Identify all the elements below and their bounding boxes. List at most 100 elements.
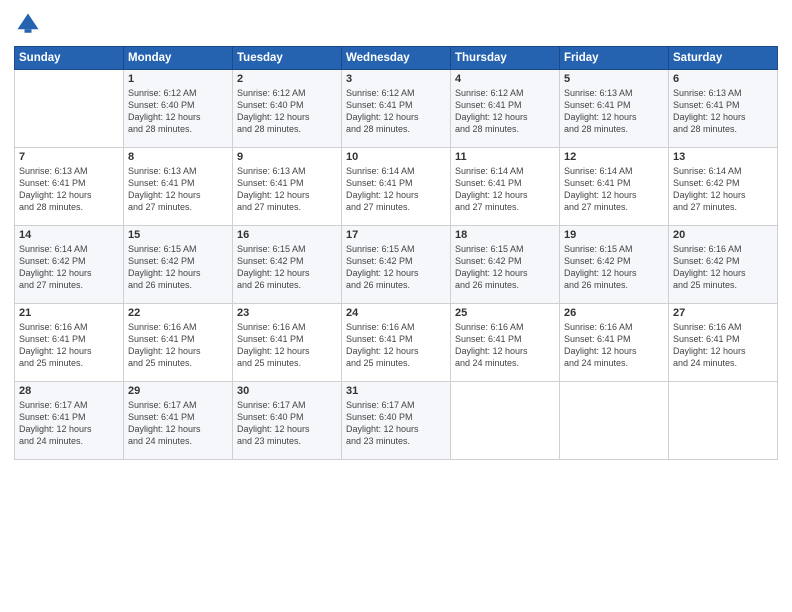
day-cell: 27 Sunrise: 6:16 AM Sunset: 6:41 PM Dayli… bbox=[669, 304, 778, 382]
day-info: Sunrise: 6:17 AM Sunset: 6:41 PM Dayligh… bbox=[19, 399, 119, 448]
day-number: 20 bbox=[673, 229, 773, 241]
day-cell: 18 Sunrise: 6:15 AM Sunset: 6:42 PM Dayli… bbox=[451, 226, 560, 304]
day-number: 24 bbox=[346, 307, 446, 319]
day-cell: 19 Sunrise: 6:15 AM Sunset: 6:42 PM Dayli… bbox=[560, 226, 669, 304]
day-number: 15 bbox=[128, 229, 228, 241]
day-number: 19 bbox=[564, 229, 664, 241]
day-cell: 21 Sunrise: 6:16 AM Sunset: 6:41 PM Dayli… bbox=[15, 304, 124, 382]
header bbox=[14, 10, 778, 38]
day-info: Sunrise: 6:16 AM Sunset: 6:41 PM Dayligh… bbox=[346, 321, 446, 370]
day-info: Sunrise: 6:17 AM Sunset: 6:41 PM Dayligh… bbox=[128, 399, 228, 448]
day-cell: 1 Sunrise: 6:12 AM Sunset: 6:40 PM Daylig… bbox=[124, 70, 233, 148]
day-number: 16 bbox=[237, 229, 337, 241]
week-row-4: 21 Sunrise: 6:16 AM Sunset: 6:41 PM Dayli… bbox=[15, 304, 778, 382]
day-info: Sunrise: 6:15 AM Sunset: 6:42 PM Dayligh… bbox=[564, 243, 664, 292]
day-cell: 10 Sunrise: 6:14 AM Sunset: 6:41 PM Dayli… bbox=[342, 148, 451, 226]
day-number: 17 bbox=[346, 229, 446, 241]
day-number: 14 bbox=[19, 229, 119, 241]
day-number: 10 bbox=[346, 151, 446, 163]
day-cell: 29Sunrise: 6:17 AM Sunset: 6:41 PM Dayli… bbox=[124, 382, 233, 460]
day-cell: 24 Sunrise: 6:16 AM Sunset: 6:41 PM Dayli… bbox=[342, 304, 451, 382]
week-row-2: 7Sunrise: 6:13 AM Sunset: 6:41 PM Daylig… bbox=[15, 148, 778, 226]
day-number: 27 bbox=[673, 307, 773, 319]
day-info: Sunrise: 6:13 AM Sunset: 6:41 PM Dayligh… bbox=[237, 165, 337, 214]
day-info: Sunrise: 6:15 AM Sunset: 6:42 PM Dayligh… bbox=[455, 243, 555, 292]
day-info: Sunrise: 6:16 AM Sunset: 6:42 PM Dayligh… bbox=[673, 243, 773, 292]
day-info: Sunrise: 6:15 AM Sunset: 6:42 PM Dayligh… bbox=[128, 243, 228, 292]
day-info: Sunrise: 6:16 AM Sunset: 6:41 PM Dayligh… bbox=[19, 321, 119, 370]
day-info: Sunrise: 6:14 AM Sunset: 6:42 PM Dayligh… bbox=[673, 165, 773, 214]
col-header-friday: Friday bbox=[560, 47, 669, 70]
day-number: 2 bbox=[237, 73, 337, 85]
day-cell: 28 Sunrise: 6:17 AM Sunset: 6:41 PM Dayli… bbox=[15, 382, 124, 460]
logo bbox=[14, 10, 46, 38]
day-info: Sunrise: 6:12 AM Sunset: 6:40 PM Dayligh… bbox=[128, 87, 228, 136]
week-row-5: 28 Sunrise: 6:17 AM Sunset: 6:41 PM Dayli… bbox=[15, 382, 778, 460]
week-row-1: 1 Sunrise: 6:12 AM Sunset: 6:40 PM Daylig… bbox=[15, 70, 778, 148]
day-info: Sunrise: 6:16 AM Sunset: 6:41 PM Dayligh… bbox=[128, 321, 228, 370]
day-cell: 8Sunrise: 6:13 AM Sunset: 6:41 PM Daylig… bbox=[124, 148, 233, 226]
day-cell: 9 Sunrise: 6:13 AM Sunset: 6:41 PM Daylig… bbox=[233, 148, 342, 226]
day-info: Sunrise: 6:14 AM Sunset: 6:41 PM Dayligh… bbox=[455, 165, 555, 214]
day-info: Sunrise: 6:16 AM Sunset: 6:41 PM Dayligh… bbox=[673, 321, 773, 370]
day-number: 22 bbox=[128, 307, 228, 319]
day-cell: 7Sunrise: 6:13 AM Sunset: 6:41 PM Daylig… bbox=[15, 148, 124, 226]
day-cell: 16 Sunrise: 6:15 AM Sunset: 6:42 PM Dayli… bbox=[233, 226, 342, 304]
col-header-wednesday: Wednesday bbox=[342, 47, 451, 70]
day-number: 28 bbox=[19, 385, 119, 397]
day-number: 1 bbox=[128, 73, 228, 85]
day-cell bbox=[15, 70, 124, 148]
day-number: 31 bbox=[346, 385, 446, 397]
day-number: 30 bbox=[237, 385, 337, 397]
day-cell: 17 Sunrise: 6:15 AM Sunset: 6:42 PM Dayli… bbox=[342, 226, 451, 304]
day-cell: 22 Sunrise: 6:16 AM Sunset: 6:41 PM Dayli… bbox=[124, 304, 233, 382]
day-cell bbox=[669, 382, 778, 460]
day-info: Sunrise: 6:13 AM Sunset: 6:41 PM Dayligh… bbox=[19, 165, 119, 214]
day-number: 9 bbox=[237, 151, 337, 163]
day-info: Sunrise: 6:13 AM Sunset: 6:41 PM Dayligh… bbox=[564, 87, 664, 136]
day-cell: 2 Sunrise: 6:12 AM Sunset: 6:40 PM Daylig… bbox=[233, 70, 342, 148]
header-row: SundayMondayTuesdayWednesdayThursdayFrid… bbox=[15, 47, 778, 70]
day-cell: 4 Sunrise: 6:12 AM Sunset: 6:41 PM Daylig… bbox=[451, 70, 560, 148]
day-info: Sunrise: 6:12 AM Sunset: 6:41 PM Dayligh… bbox=[455, 87, 555, 136]
day-cell: 6Sunrise: 6:13 AM Sunset: 6:41 PM Daylig… bbox=[669, 70, 778, 148]
day-cell: 26 Sunrise: 6:16 AM Sunset: 6:41 PM Dayli… bbox=[560, 304, 669, 382]
day-info: Sunrise: 6:17 AM Sunset: 6:40 PM Dayligh… bbox=[237, 399, 337, 448]
day-info: Sunrise: 6:16 AM Sunset: 6:41 PM Dayligh… bbox=[564, 321, 664, 370]
day-cell: 23 Sunrise: 6:16 AM Sunset: 6:41 PM Dayli… bbox=[233, 304, 342, 382]
day-info: Sunrise: 6:14 AM Sunset: 6:41 PM Dayligh… bbox=[564, 165, 664, 214]
day-cell: 14Sunrise: 6:14 AM Sunset: 6:42 PM Dayli… bbox=[15, 226, 124, 304]
day-number: 18 bbox=[455, 229, 555, 241]
day-info: Sunrise: 6:12 AM Sunset: 6:40 PM Dayligh… bbox=[237, 87, 337, 136]
day-number: 21 bbox=[19, 307, 119, 319]
day-cell: 30 Sunrise: 6:17 AM Sunset: 6:40 PM Dayli… bbox=[233, 382, 342, 460]
col-header-sunday: Sunday bbox=[15, 47, 124, 70]
day-info: Sunrise: 6:15 AM Sunset: 6:42 PM Dayligh… bbox=[346, 243, 446, 292]
day-cell: 25Sunrise: 6:16 AM Sunset: 6:41 PM Dayli… bbox=[451, 304, 560, 382]
day-cell: 15 Sunrise: 6:15 AM Sunset: 6:42 PM Dayli… bbox=[124, 226, 233, 304]
day-cell: 12 Sunrise: 6:14 AM Sunset: 6:41 PM Dayli… bbox=[560, 148, 669, 226]
day-info: Sunrise: 6:14 AM Sunset: 6:41 PM Dayligh… bbox=[346, 165, 446, 214]
day-number: 3 bbox=[346, 73, 446, 85]
day-number: 11 bbox=[455, 151, 555, 163]
day-cell: 20 Sunrise: 6:16 AM Sunset: 6:42 PM Dayli… bbox=[669, 226, 778, 304]
day-cell bbox=[560, 382, 669, 460]
day-cell: 5 Sunrise: 6:13 AM Sunset: 6:41 PM Daylig… bbox=[560, 70, 669, 148]
day-info: Sunrise: 6:17 AM Sunset: 6:40 PM Dayligh… bbox=[346, 399, 446, 448]
day-number: 23 bbox=[237, 307, 337, 319]
col-header-monday: Monday bbox=[124, 47, 233, 70]
day-number: 13 bbox=[673, 151, 773, 163]
day-number: 26 bbox=[564, 307, 664, 319]
day-info: Sunrise: 6:16 AM Sunset: 6:41 PM Dayligh… bbox=[237, 321, 337, 370]
col-header-saturday: Saturday bbox=[669, 47, 778, 70]
week-row-3: 14Sunrise: 6:14 AM Sunset: 6:42 PM Dayli… bbox=[15, 226, 778, 304]
day-info: Sunrise: 6:13 AM Sunset: 6:41 PM Dayligh… bbox=[128, 165, 228, 214]
day-number: 5 bbox=[564, 73, 664, 85]
day-number: 4 bbox=[455, 73, 555, 85]
day-info: Sunrise: 6:15 AM Sunset: 6:42 PM Dayligh… bbox=[237, 243, 337, 292]
logo-icon bbox=[14, 10, 42, 38]
col-header-tuesday: Tuesday bbox=[233, 47, 342, 70]
day-number: 12 bbox=[564, 151, 664, 163]
day-info: Sunrise: 6:12 AM Sunset: 6:41 PM Dayligh… bbox=[346, 87, 446, 136]
page: SundayMondayTuesdayWednesdayThursdayFrid… bbox=[0, 0, 792, 612]
